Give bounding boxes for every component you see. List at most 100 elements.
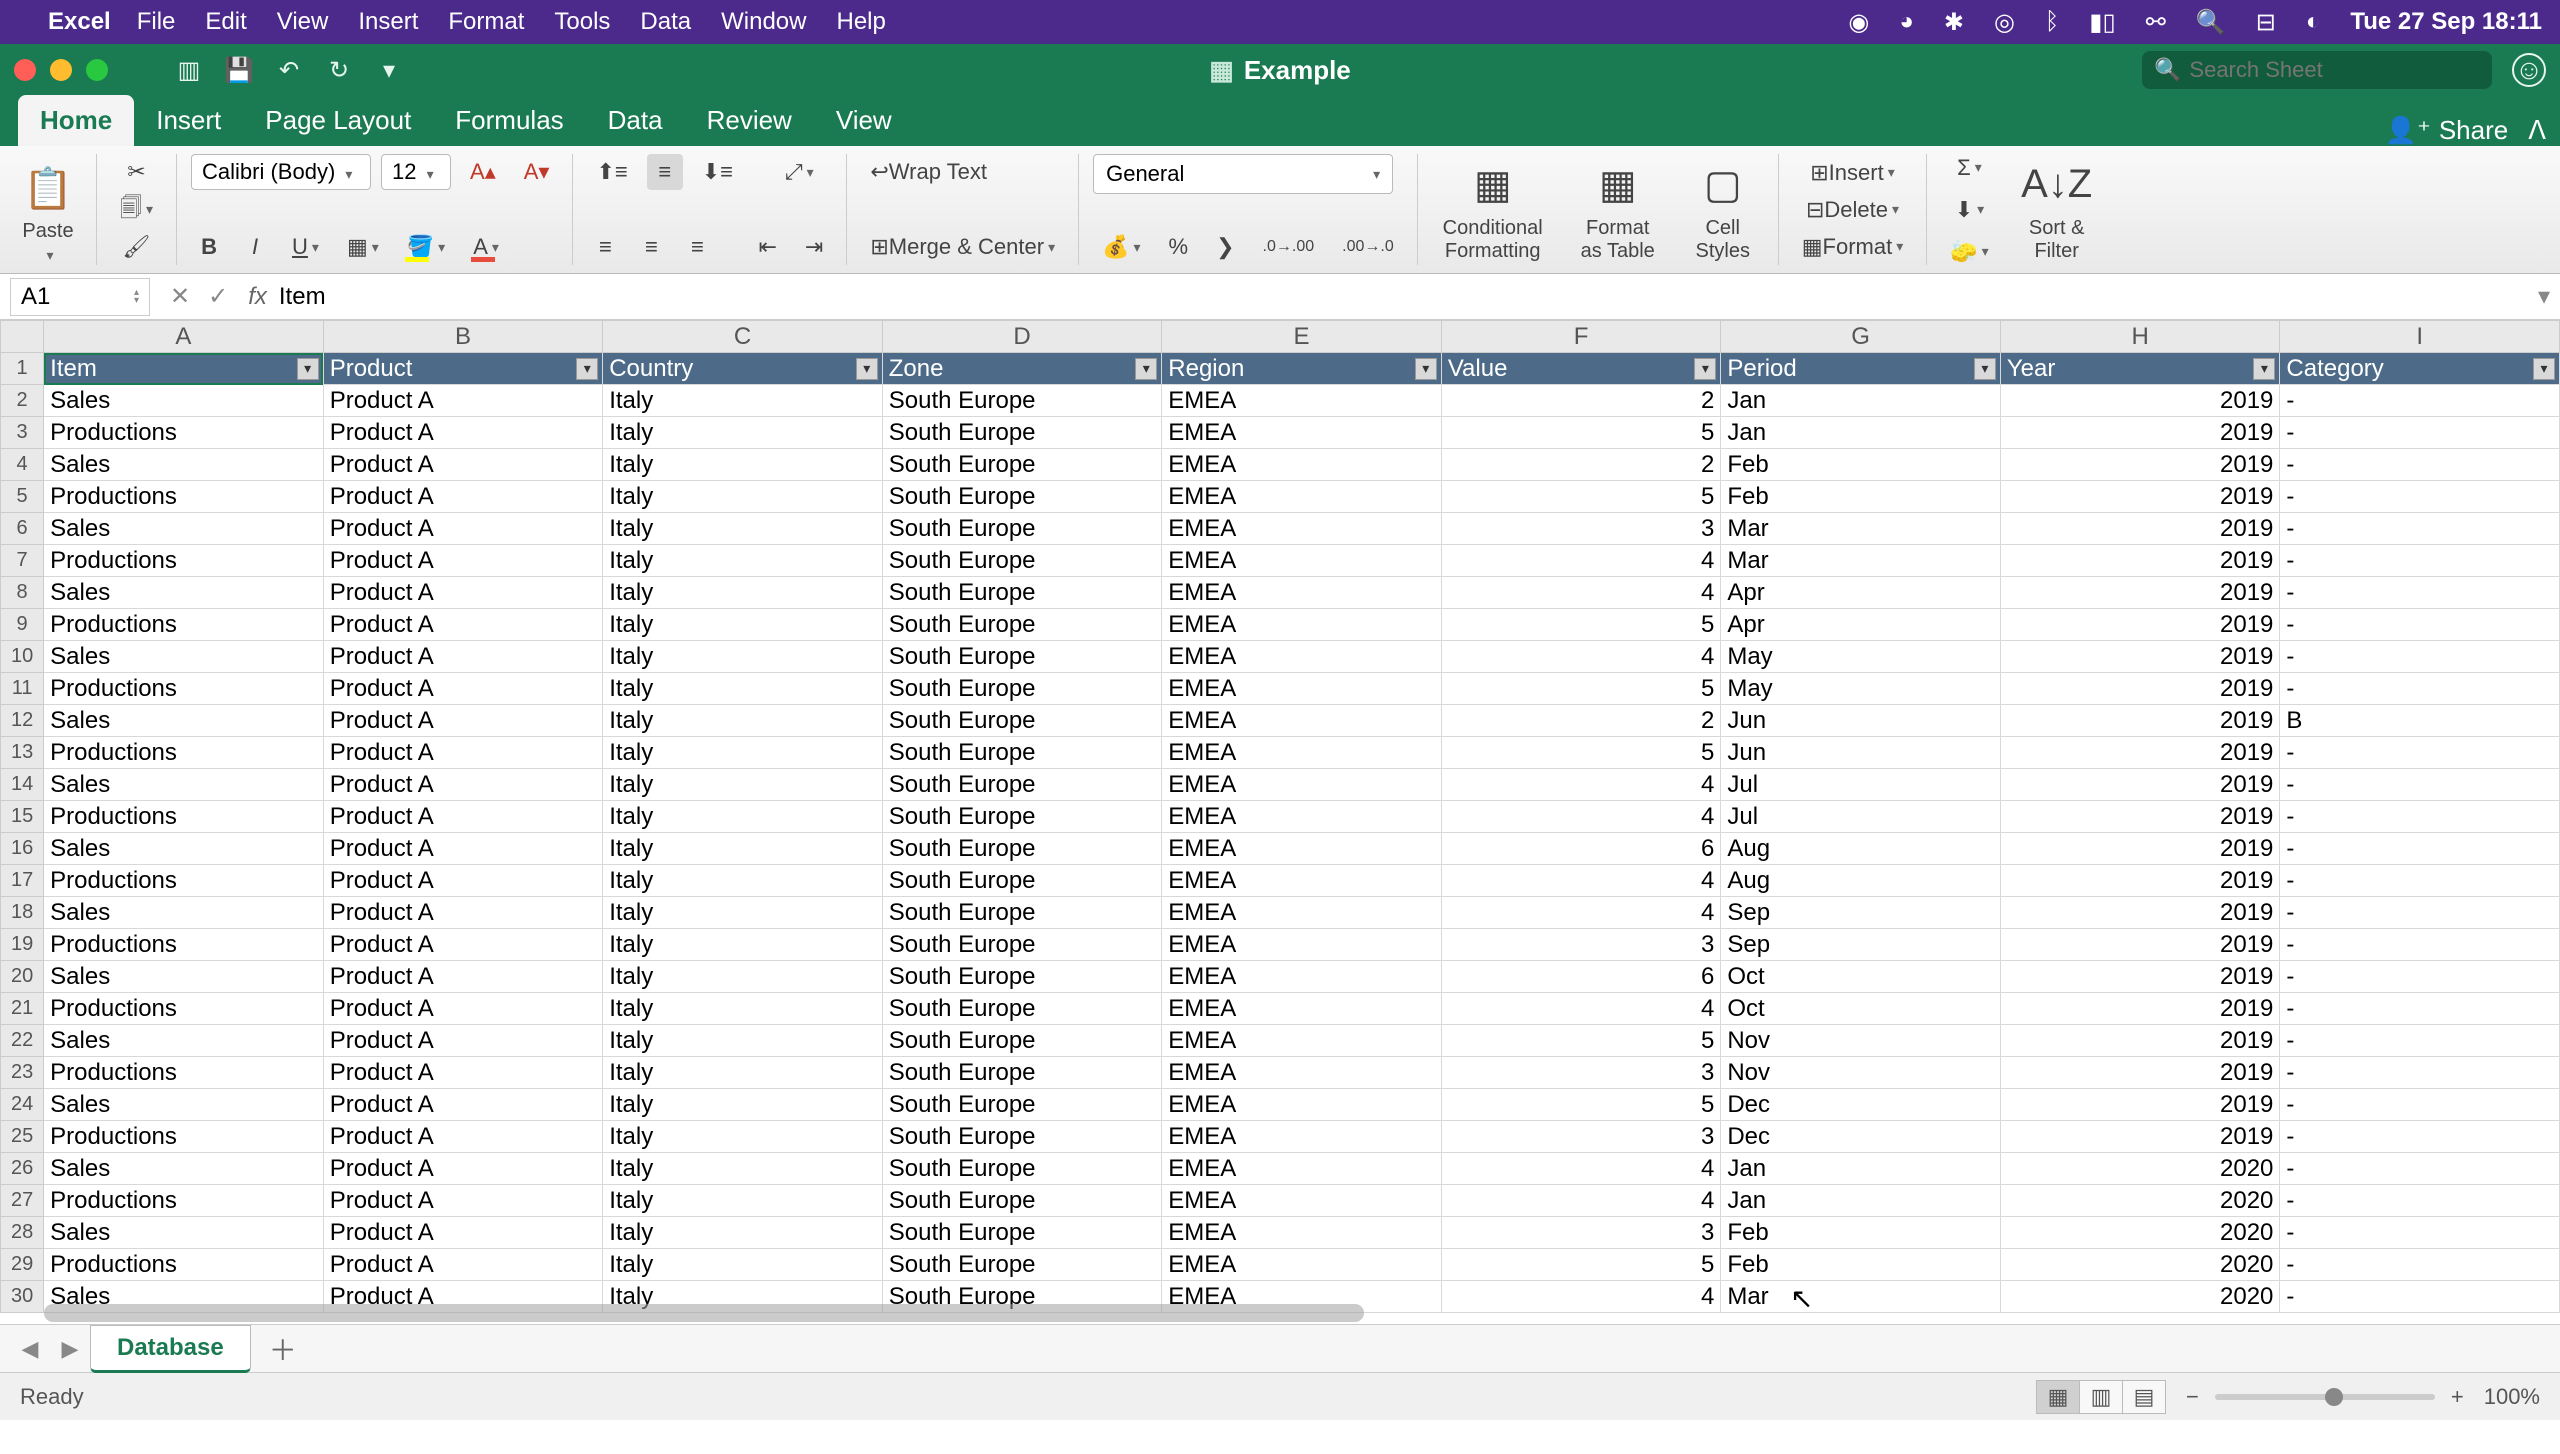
conditional-formatting-button[interactable]: ▦Conditional Formatting <box>1432 151 1554 269</box>
cell-F13[interactable]: 5 <box>1441 737 1721 769</box>
asterisk-icon[interactable]: ✱ <box>1944 8 1964 37</box>
header-cell-region[interactable]: Region▾ <box>1162 353 1442 385</box>
menu-edit[interactable]: Edit <box>205 8 246 36</box>
cell-A4[interactable]: Sales <box>44 449 324 481</box>
cell-F17[interactable]: 4 <box>1441 865 1721 897</box>
cell-A19[interactable]: Productions <box>44 929 324 961</box>
menubar-clock[interactable]: Tue 27 Sep 18:11 <box>2350 8 2542 36</box>
cell-F3[interactable]: 5 <box>1441 417 1721 449</box>
cell-G14[interactable]: Jul <box>1721 769 2001 801</box>
cell-D14[interactable]: South Europe <box>882 769 1162 801</box>
cell-E8[interactable]: EMEA <box>1162 577 1442 609</box>
row-header-10[interactable]: 10 <box>1 641 44 673</box>
cell-D22[interactable]: South Europe <box>882 1025 1162 1057</box>
window-close-button[interactable] <box>14 59 36 81</box>
cell-H6[interactable]: 2019 <box>2000 513 2280 545</box>
align-top-button[interactable]: ⬆≡ <box>587 154 636 190</box>
cell-F23[interactable]: 3 <box>1441 1057 1721 1089</box>
cell-E27[interactable]: EMEA <box>1162 1185 1442 1217</box>
cell-E11[interactable]: EMEA <box>1162 673 1442 705</box>
cell-D5[interactable]: South Europe <box>882 481 1162 513</box>
cell-C10[interactable]: Italy <box>603 641 883 673</box>
cell-G26[interactable]: Jan <box>1721 1153 2001 1185</box>
font-size-select[interactable]: 12 ▾ <box>381 154 451 190</box>
row-header-27[interactable]: 27 <box>1 1185 44 1217</box>
cell-A28[interactable]: Sales <box>44 1217 324 1249</box>
cell-I4[interactable]: - <box>2280 449 2560 481</box>
horizontal-scrollbar[interactable] <box>44 1304 1364 1322</box>
align-right-button[interactable]: ≡ <box>679 229 715 265</box>
cell-G8[interactable]: Apr <box>1721 577 2001 609</box>
cell-A12[interactable]: Sales <box>44 705 324 737</box>
cell-H29[interactable]: 2020 <box>2000 1249 2280 1281</box>
header-cell-year[interactable]: Year▾ <box>2000 353 2280 385</box>
header-cell-item[interactable]: Item▾ <box>44 353 324 385</box>
cell-E9[interactable]: EMEA <box>1162 609 1442 641</box>
menu-data[interactable]: Data <box>640 8 691 36</box>
cell-E17[interactable]: EMEA <box>1162 865 1442 897</box>
row-header-5[interactable]: 5 <box>1 481 44 513</box>
cell-I5[interactable]: - <box>2280 481 2560 513</box>
cell-B16[interactable]: Product A <box>323 833 603 865</box>
cell-D19[interactable]: South Europe <box>882 929 1162 961</box>
align-middle-button[interactable]: ≡ <box>647 154 683 190</box>
cell-F12[interactable]: 2 <box>1441 705 1721 737</box>
cell-A10[interactable]: Sales <box>44 641 324 673</box>
cell-H10[interactable]: 2019 <box>2000 641 2280 673</box>
cell-D13[interactable]: South Europe <box>882 737 1162 769</box>
decrease-font-button[interactable]: A▾ <box>515 154 559 190</box>
expand-formula-bar-icon[interactable]: ▾ <box>2538 282 2550 311</box>
accounting-format-button[interactable]: 💰▾ <box>1093 229 1149 265</box>
cell-F2[interactable]: 2 <box>1441 385 1721 417</box>
filter-dropdown-region[interactable]: ▾ <box>1415 358 1437 380</box>
menu-format[interactable]: Format <box>448 8 524 36</box>
cell-E24[interactable]: EMEA <box>1162 1089 1442 1121</box>
cell-F15[interactable]: 4 <box>1441 801 1721 833</box>
header-cell-value[interactable]: Value▾ <box>1441 353 1721 385</box>
sheet-nav-next[interactable]: ▶ <box>50 1336 90 1362</box>
cell-F11[interactable]: 5 <box>1441 673 1721 705</box>
merge-center-button[interactable]: ⊞ Merge & Center ▾ <box>861 229 1064 265</box>
cell-F8[interactable]: 4 <box>1441 577 1721 609</box>
cell-D17[interactable]: South Europe <box>882 865 1162 897</box>
row-header-28[interactable]: 28 <box>1 1217 44 1249</box>
cell-C27[interactable]: Italy <box>603 1185 883 1217</box>
cell-G27[interactable]: Jan <box>1721 1185 2001 1217</box>
cell-F5[interactable]: 5 <box>1441 481 1721 513</box>
bold-button[interactable]: B <box>191 229 227 265</box>
cell-E18[interactable]: EMEA <box>1162 897 1442 929</box>
cell-B26[interactable]: Product A <box>323 1153 603 1185</box>
cell-E19[interactable]: EMEA <box>1162 929 1442 961</box>
cell-E16[interactable]: EMEA <box>1162 833 1442 865</box>
increase-decimal-button[interactable]: .0→.00 <box>1254 229 1324 265</box>
increase-font-button[interactable]: A▴ <box>461 154 505 190</box>
copy-button[interactable]: 🗐 ▾ <box>111 190 162 229</box>
airdrop-icon[interactable]: ◎ <box>1994 8 2015 37</box>
cell-G3[interactable]: Jan <box>1721 417 2001 449</box>
cell-H3[interactable]: 2019 <box>2000 417 2280 449</box>
menubar-app-name[interactable]: Excel <box>48 8 111 36</box>
cell-C25[interactable]: Italy <box>603 1121 883 1153</box>
cell-I25[interactable]: - <box>2280 1121 2560 1153</box>
row-header-11[interactable]: 11 <box>1 673 44 705</box>
zoom-level[interactable]: 100% <box>2484 1384 2540 1410</box>
number-format-select[interactable]: General▾ <box>1093 154 1393 194</box>
header-cell-category[interactable]: Category▾ <box>2280 353 2560 385</box>
row-header-21[interactable]: 21 <box>1 993 44 1025</box>
qa-redo-icon[interactable]: ↻ <box>324 55 354 85</box>
cell-H13[interactable]: 2019 <box>2000 737 2280 769</box>
cell-E23[interactable]: EMEA <box>1162 1057 1442 1089</box>
decrease-decimal-button[interactable]: .00→.0 <box>1333 229 1403 265</box>
status-circle-icon[interactable]: ◕ <box>1899 8 1914 36</box>
cancel-formula-icon[interactable]: ✕ <box>170 282 190 311</box>
cell-C19[interactable]: Italy <box>603 929 883 961</box>
cell-H7[interactable]: 2019 <box>2000 545 2280 577</box>
cell-I28[interactable]: - <box>2280 1217 2560 1249</box>
cell-I29[interactable]: - <box>2280 1249 2560 1281</box>
qa-customize-icon[interactable]: ▾ <box>374 55 404 85</box>
format-cells-button[interactable]: ▦ Format ▾ <box>1793 229 1913 265</box>
cell-H17[interactable]: 2019 <box>2000 865 2280 897</box>
cell-I26[interactable]: - <box>2280 1153 2560 1185</box>
cell-D18[interactable]: South Europe <box>882 897 1162 929</box>
cell-H19[interactable]: 2019 <box>2000 929 2280 961</box>
